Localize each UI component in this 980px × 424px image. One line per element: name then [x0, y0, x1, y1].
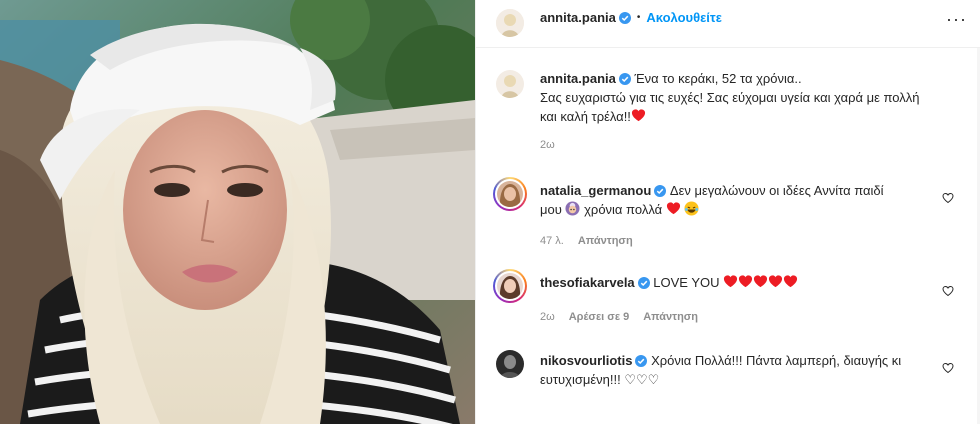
like-comment-button[interactable]: [942, 285, 954, 297]
comment-username[interactable]: thesofiakarvela: [540, 275, 635, 290]
red-heart-emoji: [666, 202, 680, 215]
commenter-avatar: [497, 181, 523, 207]
comment-body: nikosvourliotis Χρόνια Πολλά!!! Πάντα λα…: [540, 351, 940, 389]
red-heart-emoji: [784, 275, 798, 288]
story-ring[interactable]: [493, 269, 527, 303]
red-heart-emoji: [724, 275, 738, 288]
caption-body: annita.pania Ένα το κεράκι, 52 τα χρόνια…: [540, 69, 960, 126]
caption-line-1: Ένα το κεράκι, 52 τα χρόνια..: [634, 71, 802, 86]
caption-meta: 2ω: [540, 139, 555, 151]
verified-badge-icon: [618, 73, 631, 85]
heart-outline-icon: [942, 192, 954, 204]
comment-body: natalia_germanou Δεν μεγαλώνουν οι ιδέες…: [540, 181, 940, 219]
verified-badge-icon: [635, 355, 648, 367]
comment-text-line-2: μου: [540, 202, 562, 217]
red-heart-emoji: [739, 275, 753, 288]
instagram-post: annita.pania • Ακολουθείτε ··· annita.pa…: [0, 0, 980, 424]
comment-meta: 47 λ. Απάντηση: [540, 235, 633, 247]
author-username[interactable]: annita.pania: [540, 9, 616, 27]
separator-dot: •: [636, 12, 641, 23]
caption-timestamp[interactable]: 2ω: [540, 139, 555, 151]
comment-text-line-1: LOVE YOU: [653, 275, 720, 290]
caption-line-3: και καλή τρέλα!!: [540, 109, 631, 124]
heart-outline-icon: [942, 285, 954, 297]
comment-username[interactable]: natalia_germanou: [540, 183, 651, 198]
red-heart-emoji: [631, 109, 645, 122]
comment-timestamp[interactable]: 2ω: [540, 311, 555, 323]
red-heart-emoji: [769, 275, 783, 288]
commenter-avatar[interactable]: [496, 350, 524, 378]
caption-username[interactable]: annita.pania: [540, 71, 616, 86]
comment-text-line-2b: χρόνια πολλά: [584, 202, 663, 217]
comment-likes[interactable]: 47 λ.: [540, 235, 564, 247]
post-header: annita.pania • Ακολουθείτε ···: [476, 0, 980, 48]
like-comment-button[interactable]: [942, 192, 954, 204]
post-photo[interactable]: [0, 0, 475, 424]
post-photo-illustration: [0, 0, 475, 424]
comment-likes[interactable]: Αρέσει σε 9: [569, 311, 630, 323]
grandmother-emoji: [565, 201, 580, 216]
caption-line-2: Σας ευχαριστώ για τις ευχές! Σας εύχομαι…: [540, 90, 920, 105]
story-ring[interactable]: [493, 177, 527, 211]
verified-badge-icon: [618, 12, 631, 24]
like-comment-button[interactable]: [942, 362, 954, 374]
comment-meta: 2ω Αρέσει σε 9 Απάντηση: [540, 311, 698, 323]
commenter-avatar: [497, 273, 523, 299]
comment-text-line-2: ευτυχισμένη!!! ♡♡♡: [540, 372, 660, 387]
reply-button[interactable]: Απάντηση: [643, 311, 698, 323]
heart-outline-icon: [942, 362, 954, 374]
comment-username[interactable]: nikosvourliotis: [540, 353, 632, 368]
header-meta: annita.pania • Ακολουθείτε: [540, 9, 722, 27]
more-options-icon[interactable]: ···: [946, 9, 967, 30]
comment-text-line-1: Δεν μεγαλώνουν οι ιδέες Αννίτα παιδί: [669, 183, 884, 198]
verified-badge-icon: [637, 277, 650, 289]
comment-body: thesofiakarvela LOVE YOU: [540, 273, 940, 292]
laughing-emoji: [684, 201, 699, 216]
comment-text-line-1: Χρόνια Πολλά!!! Πάντα λαμπερή, διαυγής κ…: [651, 353, 902, 368]
verified-badge-icon: [654, 185, 667, 197]
author-avatar[interactable]: [496, 9, 524, 37]
post-details-panel: annita.pania • Ακολουθείτε ··· annita.pa…: [475, 0, 980, 424]
reply-button[interactable]: Απάντηση: [578, 235, 633, 247]
red-heart-emoji: [754, 275, 768, 288]
following-button[interactable]: Ακολουθείτε: [646, 9, 722, 27]
caption-avatar[interactable]: [496, 70, 524, 98]
